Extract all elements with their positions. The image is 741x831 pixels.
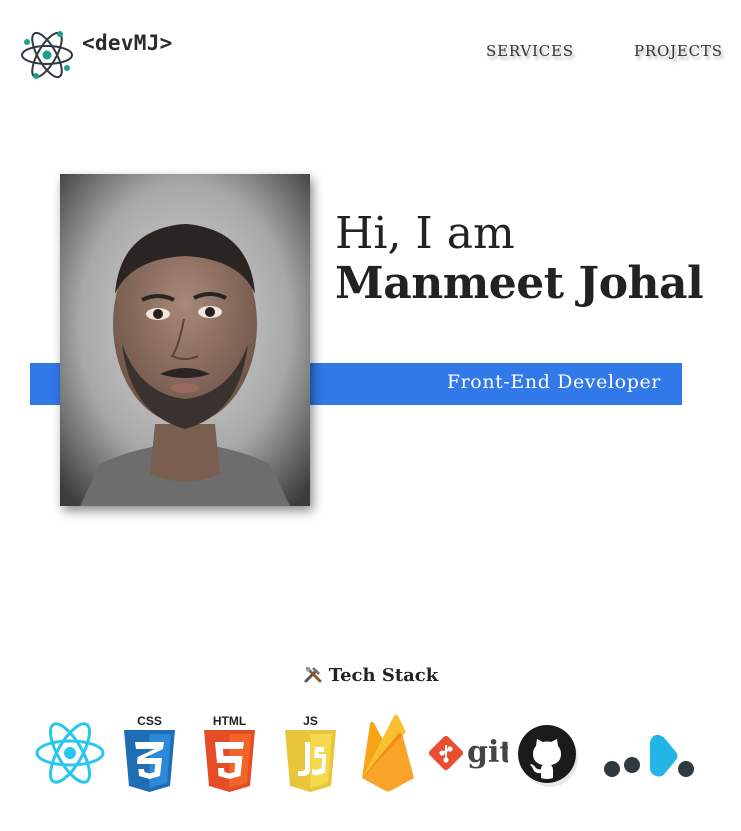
brand-name[interactable]: <devMJ> <box>82 31 173 55</box>
css-label: CSS <box>137 714 162 728</box>
github-icon <box>517 724 583 794</box>
javascript-icon: JS <box>283 714 338 796</box>
tools-icon <box>303 664 323 689</box>
firebase-icon <box>360 714 416 796</box>
react-icon <box>34 720 106 790</box>
role-title: Front-End Developer <box>446 371 661 393</box>
atom-logo-icon[interactable] <box>20 28 76 84</box>
js-label: JS <box>303 714 318 728</box>
tech-stack-title: Tech Stack <box>328 665 439 686</box>
nav-projects-link[interactable]: PROJECTS <box>634 42 723 60</box>
html5-icon: HTML <box>202 714 257 796</box>
tech-stack-heading: Tech Stack <box>0 664 741 689</box>
html-label: HTML <box>213 714 246 728</box>
profile-photo <box>60 174 310 506</box>
netlify-icon <box>600 728 698 786</box>
developer-name: Manmeet Johal <box>335 258 704 309</box>
git-icon: git <box>428 734 513 778</box>
css3-icon: CSS <box>122 714 177 796</box>
nav-services-link[interactable]: SERVICES <box>486 42 574 60</box>
greeting-text: Hi, I am <box>335 208 515 259</box>
git-label: git <box>467 735 508 770</box>
